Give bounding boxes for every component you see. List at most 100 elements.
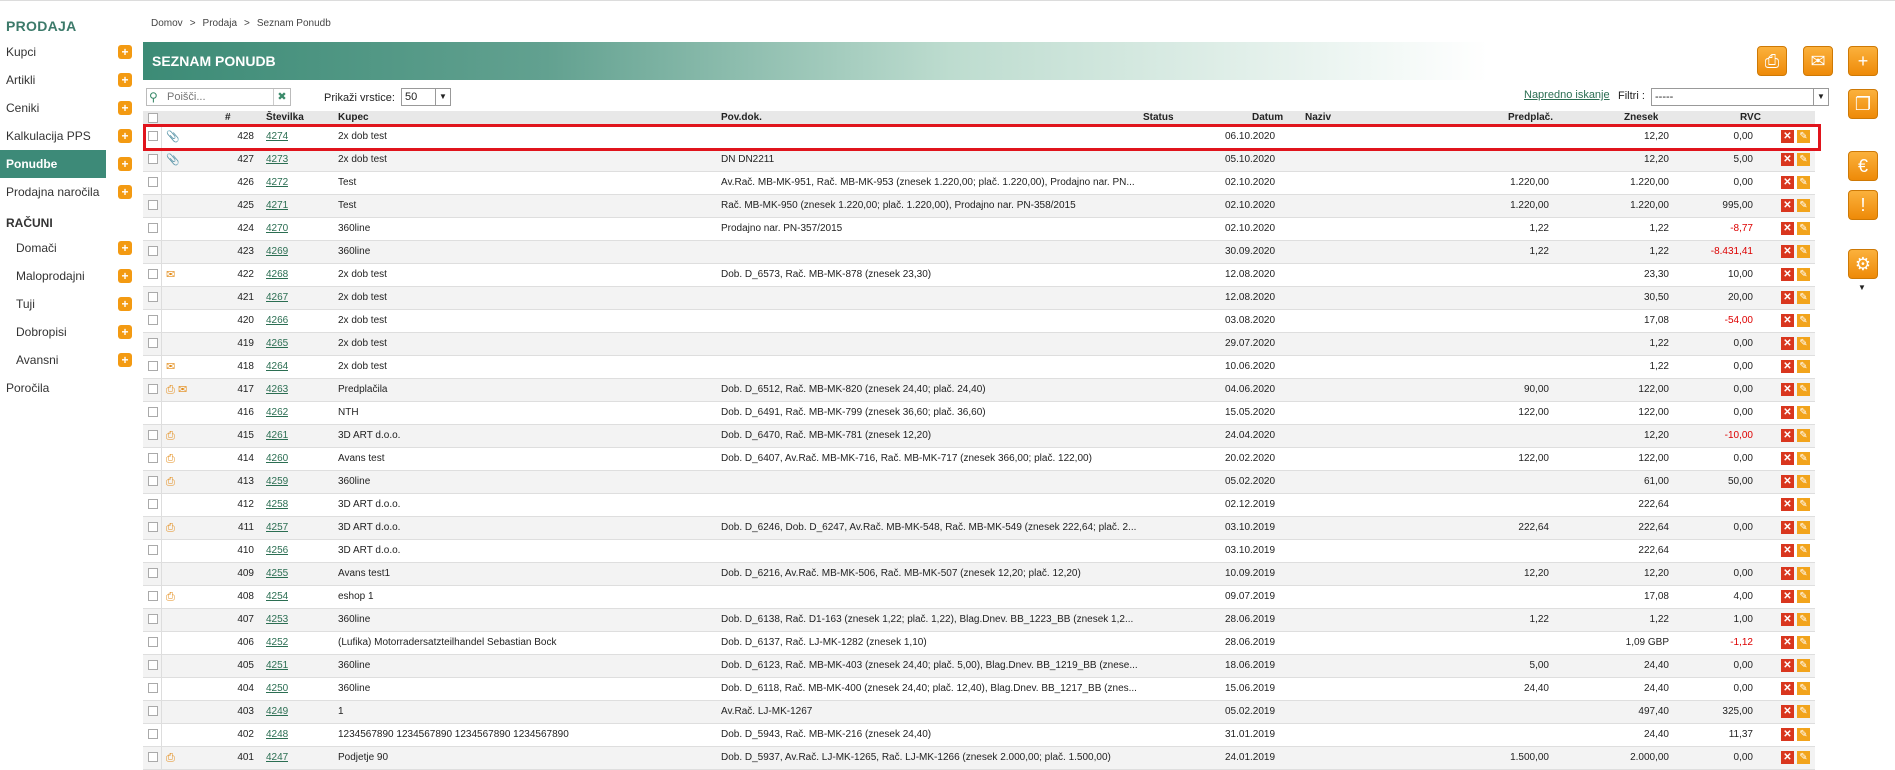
- offer-number[interactable]: 4265: [266, 338, 288, 349]
- print-button[interactable]: ⎙: [1757, 46, 1787, 76]
- offer-number[interactable]: 4269: [266, 246, 288, 257]
- table-row[interactable]: 📎 428 4274 2x dob test 06.10.2020 12,20 0,00 ✕ ✎: [143, 126, 1815, 149]
- offer-number[interactable]: 4263: [266, 384, 288, 395]
- plus-icon[interactable]: +: [118, 353, 132, 367]
- edit-icon[interactable]: ✎: [1797, 452, 1810, 465]
- row-checkbox[interactable]: [148, 269, 158, 279]
- edit-icon[interactable]: ✎: [1797, 314, 1810, 327]
- row-checkbox[interactable]: [148, 660, 158, 670]
- offer-number-link[interactable]: 4271: [266, 195, 288, 217]
- offer-number[interactable]: 4266: [266, 315, 288, 326]
- edit-icon[interactable]: ✎: [1797, 659, 1810, 672]
- table-row[interactable]: 404 4250 360line Dob. D_6118, Rač. MB-MK-40…: [143, 678, 1815, 701]
- col-stevilka[interactable]: Številka: [266, 111, 304, 125]
- row-checkbox[interactable]: [148, 384, 158, 394]
- delete-icon[interactable]: ✕: [1781, 268, 1794, 281]
- table-row[interactable]: ✉ 418 4264 2x dob test 10.06.2020 1,22 0,00 ✕ ✎: [143, 356, 1815, 379]
- row-checkbox[interactable]: [148, 453, 158, 463]
- table-row[interactable]: 406 4252 (Lufika) Motorradersatzteilhandel…: [143, 632, 1815, 655]
- table-row[interactable]: 420 4266 2x dob test 03.08.2020 17,08 -54,00 ✕…: [143, 310, 1815, 333]
- row-checkbox[interactable]: [148, 223, 158, 233]
- edit-icon[interactable]: ✎: [1797, 613, 1810, 626]
- row-checkbox[interactable]: [148, 752, 158, 762]
- delete-icon[interactable]: ✕: [1781, 222, 1794, 235]
- edit-icon[interactable]: ✎: [1797, 130, 1810, 143]
- offer-number-link[interactable]: 4257: [266, 517, 288, 539]
- offer-number[interactable]: 4261: [266, 430, 288, 441]
- offer-number-link[interactable]: 4263: [266, 379, 288, 401]
- table-row[interactable]: ⎙ 413 4259 360line 05.02.2020 61,00 50,00 ✕ ✎: [143, 471, 1815, 494]
- row-checkbox[interactable]: [148, 499, 158, 509]
- delete-icon[interactable]: ✕: [1781, 360, 1794, 373]
- col-znesek[interactable]: Znesek: [1624, 111, 1658, 125]
- row-checkbox[interactable]: [148, 177, 158, 187]
- table-row[interactable]: 412 4258 3D ART d.o.o. 02.12.2019 222,64 ✕ ✎: [143, 494, 1815, 517]
- offer-number-link[interactable]: 4247: [266, 747, 288, 769]
- plus-icon[interactable]: +: [118, 101, 132, 115]
- row-checkbox[interactable]: [148, 729, 158, 739]
- warning-button[interactable]: !: [1848, 190, 1878, 220]
- edit-icon[interactable]: ✎: [1797, 498, 1810, 511]
- delete-icon[interactable]: ✕: [1781, 314, 1794, 327]
- delete-icon[interactable]: ✕: [1781, 705, 1794, 718]
- table-row[interactable]: 423 4269 360line 30.09.2020 1,22 1,22 -8.431,4…: [143, 241, 1815, 264]
- edit-icon[interactable]: ✎: [1797, 521, 1810, 534]
- col-kupec[interactable]: Kupec: [338, 111, 369, 125]
- sidebar-item-dobropisi[interactable]: Dobropisi +: [0, 318, 135, 346]
- euro-button[interactable]: €: [1848, 151, 1878, 181]
- table-row[interactable]: 407 4253 360line Dob. D_6138, Rač. D1-163 (…: [143, 609, 1815, 632]
- offer-number[interactable]: 4260: [266, 453, 288, 464]
- offer-number-link[interactable]: 4261: [266, 425, 288, 447]
- row-checkbox[interactable]: [148, 338, 158, 348]
- offer-number-link[interactable]: 4264: [266, 356, 288, 378]
- offer-number-link[interactable]: 4248: [266, 724, 288, 746]
- offer-number-link[interactable]: 4270: [266, 218, 288, 240]
- delete-icon[interactable]: ✕: [1781, 130, 1794, 143]
- select-all-checkbox[interactable]: [148, 113, 158, 123]
- delete-icon[interactable]: ✕: [1781, 429, 1794, 442]
- table-row[interactable]: ⎙ 414 4260 Avans test Dob. D_6407, Av.Rač. M…: [143, 448, 1815, 471]
- delete-icon[interactable]: ✕: [1781, 590, 1794, 603]
- col-povdok[interactable]: Pov.dok.: [721, 111, 762, 125]
- delete-icon[interactable]: ✕: [1781, 406, 1794, 419]
- offer-number-link[interactable]: 4249: [266, 701, 288, 723]
- edit-icon[interactable]: ✎: [1797, 199, 1810, 212]
- edit-icon[interactable]: ✎: [1797, 429, 1810, 442]
- offer-number-link[interactable]: 4262: [266, 402, 288, 424]
- table-row[interactable]: ⎙ 401 4247 Podjetje 90 Dob. D_5937, Av.Rač. …: [143, 747, 1815, 770]
- table-row[interactable]: 424 4270 360line Prodajno nar. PN-357/2015 0…: [143, 218, 1815, 241]
- offer-number-link[interactable]: 4256: [266, 540, 288, 562]
- edit-icon[interactable]: ✎: [1797, 383, 1810, 396]
- col-status[interactable]: Status: [1143, 111, 1174, 125]
- offer-number[interactable]: 4268: [266, 269, 288, 280]
- breadcrumb-home[interactable]: Domov: [151, 18, 183, 29]
- sidebar-item-tuji[interactable]: Tuji +: [0, 290, 135, 318]
- offer-number[interactable]: 4274: [266, 131, 288, 142]
- row-checkbox[interactable]: [148, 131, 158, 141]
- offer-number[interactable]: 4257: [266, 522, 288, 533]
- offer-number-link[interactable]: 4273: [266, 149, 288, 171]
- table-row[interactable]: 425 4271 Test Rač. MB-MK-950 (znesek 1.220,…: [143, 195, 1815, 218]
- table-row[interactable]: 403 4249 1 Av.Rač. LJ-MK-1267 05.02.2019 497,…: [143, 701, 1815, 724]
- offer-number-link[interactable]: 4255: [266, 563, 288, 585]
- offer-number[interactable]: 4271: [266, 200, 288, 211]
- delete-icon[interactable]: ✕: [1781, 475, 1794, 488]
- offer-number[interactable]: 4273: [266, 154, 288, 165]
- sidebar-item-ponudbe[interactable]: Ponudbe +: [0, 150, 132, 178]
- table-row[interactable]: 📎 427 4273 2x dob test DN DN2211 05.10.2020 12…: [143, 149, 1815, 172]
- offer-number[interactable]: 4264: [266, 361, 288, 372]
- delete-icon[interactable]: ✕: [1781, 383, 1794, 396]
- row-checkbox[interactable]: [148, 292, 158, 302]
- edit-icon[interactable]: ✎: [1797, 475, 1810, 488]
- offer-number[interactable]: 4267: [266, 292, 288, 303]
- edit-icon[interactable]: ✎: [1797, 360, 1810, 373]
- edit-icon[interactable]: ✎: [1797, 728, 1810, 741]
- offer-number-link[interactable]: 4250: [266, 678, 288, 700]
- edit-icon[interactable]: ✎: [1797, 567, 1810, 580]
- table-row[interactable]: ⎙ 415 4261 3D ART d.o.o. Dob. D_6470, Rač. M…: [143, 425, 1815, 448]
- row-checkbox[interactable]: [148, 614, 158, 624]
- delete-icon[interactable]: ✕: [1781, 544, 1794, 557]
- clear-search-icon[interactable]: ✖: [273, 89, 290, 105]
- copy-button[interactable]: ❐: [1848, 89, 1878, 119]
- offer-number[interactable]: 4254: [266, 591, 288, 602]
